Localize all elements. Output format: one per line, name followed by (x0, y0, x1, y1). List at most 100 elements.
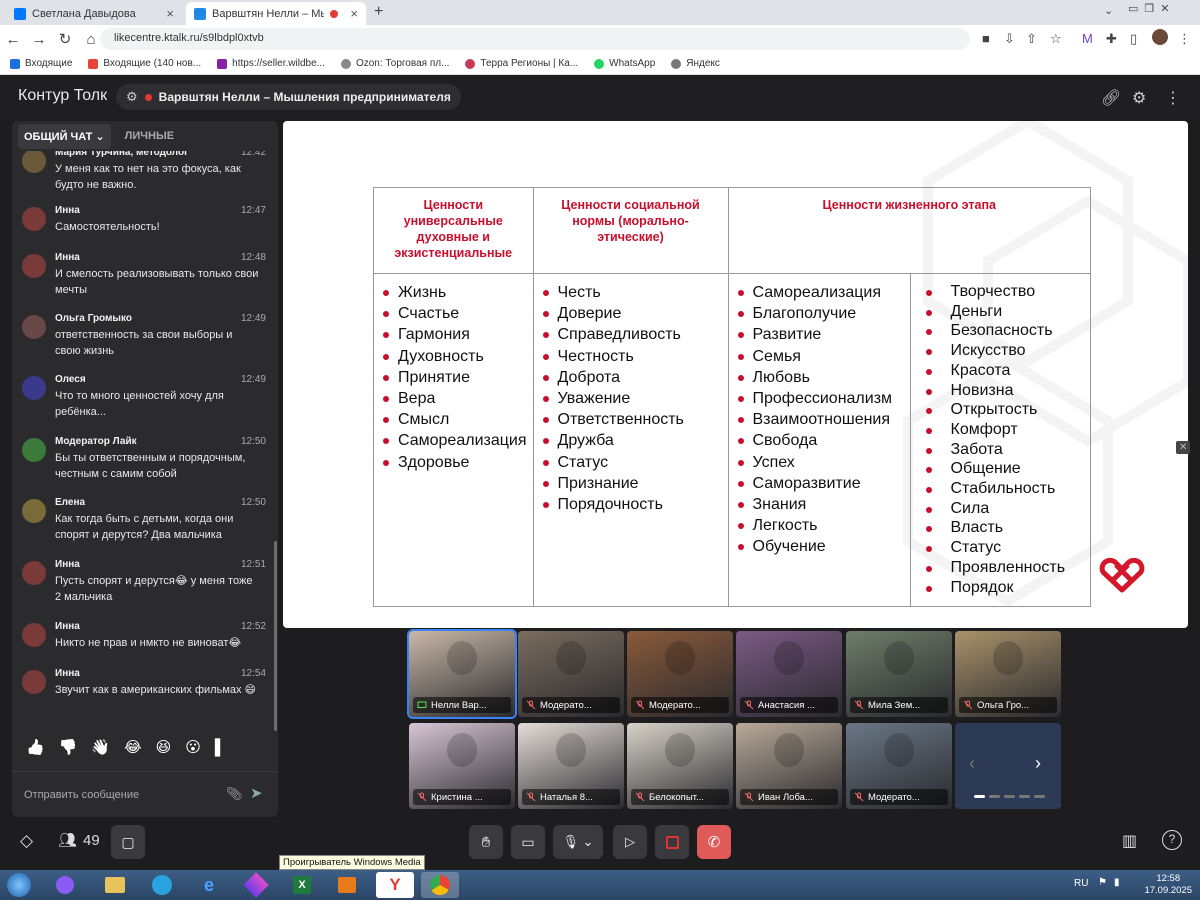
gear-icon[interactable]: ⚙ (1132, 88, 1146, 108)
send-icon[interactable]: ➤ (250, 784, 263, 802)
bookmark-item[interactable]: Ozon: Торговая пл... (340, 58, 449, 69)
close-tab-icon[interactable]: × (350, 6, 358, 21)
bookmark-item[interactable]: Яндекс (671, 58, 720, 69)
participant-tile[interactable]: Ольга Гро... (955, 631, 1061, 717)
share-icon[interactable]: ⇧ (1026, 31, 1037, 47)
participant-tile[interactable]: Модерато... (518, 631, 624, 717)
bookmark-item[interactable]: https://seller.wildbe... (217, 58, 325, 69)
wave-icon[interactable]: 👋 (91, 738, 110, 756)
leave-call-button[interactable]: ✆ (697, 825, 731, 859)
menu-kebab-icon[interactable]: ⋮ (1178, 31, 1191, 47)
laugh-icon[interactable]: 😂 (124, 738, 142, 756)
network-icon[interactable]: ▮ (1114, 877, 1120, 888)
close-tab-icon[interactable]: × (166, 6, 174, 21)
message-input[interactable] (24, 784, 224, 806)
chat-message[interactable]: Инна 12:51 Пусть спорят и дерутся😂 у меня … (12, 559, 270, 615)
tab-private-chat[interactable]: ЛИЧНЫЕ (125, 130, 174, 142)
chat-message[interactable]: Мария Турчина, методолог 12:42 У меня как … (12, 151, 270, 203)
extension-icon[interactable]: M (1082, 31, 1093, 46)
chat-message[interactable]: Ольга Громыко 12:49 ответственность за сво… (12, 313, 270, 369)
participant-tile[interactable]: Нелли Вар... (407, 629, 517, 719)
taskbar-app[interactable] (421, 872, 459, 898)
url-field[interactable]: likecentre.ktalk.ru/s9lbdpl0xtvb (100, 28, 970, 50)
apps-icon[interactable]: ◇ (20, 831, 33, 851)
page-dot[interactable] (1004, 795, 1015, 798)
participant-tile[interactable]: Анастасия ... (736, 631, 842, 717)
chat-message[interactable]: Елена 12:50 Как тогда быть с детьми, когда… (12, 497, 270, 553)
bookmark-star-icon[interactable]: ☆ (1050, 31, 1062, 47)
raise-hand-button[interactable]: ✋︎ (469, 825, 503, 859)
install-icon[interactable]: ⇩ (1004, 31, 1015, 47)
message-list[interactable]: Мария Турчина, методолог 12:42 У меня как … (12, 151, 278, 729)
taskbar-clock[interactable]: 12:58 17.09.2025 (1144, 873, 1192, 897)
screen-share-button[interactable]: ▭ (511, 825, 545, 859)
taskbar-app[interactable] (46, 872, 84, 898)
participant-tile[interactable]: Белокопыт... (627, 723, 733, 809)
sidebar-icon[interactable]: ▯ (1130, 31, 1137, 47)
restore-icon[interactable]: ❐ (1144, 2, 1154, 15)
chat-message[interactable]: Инна 12:54 Звучит как в американских фильм… (12, 668, 270, 724)
minimize-icon[interactable]: ▭ (1128, 2, 1138, 15)
bookmark-item[interactable]: WhatsApp (594, 58, 655, 69)
browser-tab-1[interactable]: Светлана Давыдова × (6, 2, 182, 25)
layout-icon[interactable]: ▥ (1122, 831, 1137, 851)
meeting-title-pill[interactable]: ⚙ Варвштян Нелли – Мышления предпринимат… (116, 84, 461, 110)
chat-message[interactable]: Инна 12:48 И смелость реализовывать только… (12, 252, 270, 308)
chat-toggle-button[interactable]: ▢ (111, 825, 145, 859)
taskbar-app[interactable] (328, 872, 366, 898)
taskbar-app[interactable] (237, 872, 275, 898)
participant-tile[interactable]: Наталья 8... (518, 723, 624, 809)
camera-button[interactable]: ▷ (613, 825, 647, 859)
participant-tile[interactable]: Модерато... (846, 723, 952, 809)
thumbs-up-icon[interactable]: 👍 (26, 738, 45, 756)
thumbs-down-icon[interactable]: 👎 (59, 738, 78, 756)
grin-icon[interactable]: 😆 (156, 738, 172, 756)
taskbar-app[interactable] (143, 872, 181, 898)
participants-button[interactable]: 👥︎ 49 (58, 831, 100, 850)
start-button[interactable] (2, 872, 36, 898)
participant-tile[interactable]: Иван Лоба... (736, 723, 842, 809)
record-button[interactable] (655, 825, 689, 859)
bookmark-item[interactable]: Терра Регионы | Ка... (465, 58, 578, 69)
chat-message[interactable]: Олеся 12:49 Что то много ценностей хочу дл… (12, 374, 270, 430)
tab-general-chat[interactable]: ОБЩИЙ ЧАТ ⌄ (18, 123, 111, 149)
message-time: 12:48 (240, 252, 266, 263)
surprised-icon[interactable]: 😮 (185, 738, 201, 756)
page-dot[interactable] (1019, 795, 1030, 798)
bookmark-item[interactable]: Входящие (10, 58, 72, 69)
chat-scrollbar[interactable] (274, 541, 277, 731)
camera-icon[interactable]: ■ (982, 31, 990, 46)
participant-tile[interactable]: Кристина ... (409, 723, 515, 809)
taskbar-app[interactable]: e (190, 872, 228, 898)
language-indicator[interactable]: RU (1074, 878, 1088, 889)
collapse-panel-icon[interactable]: ✕ (1176, 441, 1191, 454)
close-window-icon[interactable]: ✕ (1160, 2, 1169, 15)
page-dot[interactable] (974, 795, 985, 798)
extensions-puzzle-icon[interactable]: ✚ (1106, 31, 1117, 47)
participant-tile[interactable]: Мила Зем... (846, 631, 952, 717)
tray-flag-icon[interactable]: ⚑ (1098, 877, 1107, 888)
more-reactions-icon[interactable]: ▌ (215, 739, 226, 756)
help-icon[interactable]: ? (1162, 830, 1182, 850)
link-icon[interactable]: 🔗︎ (1101, 88, 1121, 108)
tab-list-icon[interactable]: ⌄ (1104, 4, 1113, 17)
chat-message[interactable]: Модератор Лайк 12:50 Бы ты ответственным и… (12, 436, 270, 492)
new-tab-icon[interactable]: + (374, 3, 383, 21)
profile-avatar[interactable] (1152, 29, 1168, 45)
taskbar-app[interactable]: Y (376, 872, 414, 898)
bookmark-item[interactable]: Входящие (140 нов... (88, 58, 201, 69)
more-icon[interactable]: ⋮ (1165, 88, 1181, 108)
page-dot[interactable] (989, 795, 1000, 798)
next-page-icon[interactable]: › (1035, 753, 1041, 774)
back-icon[interactable]: ← (0, 31, 26, 48)
participant-tile[interactable]: Модерато... (627, 631, 733, 717)
microphone-button[interactable]: 🎙︎ ⌄ (553, 825, 603, 859)
prev-page-icon[interactable]: ‹ (969, 753, 975, 774)
taskbar-app[interactable]: X (283, 872, 321, 898)
reload-icon[interactable]: ↻ (52, 30, 78, 48)
taskbar-app[interactable] (96, 872, 134, 898)
browser-tab-2[interactable]: Варвштян Нелли – Мышле × (186, 2, 366, 25)
attach-icon[interactable]: 📎︎ (226, 786, 243, 802)
page-dot[interactable] (1034, 795, 1045, 798)
forward-icon[interactable]: → (26, 31, 52, 48)
